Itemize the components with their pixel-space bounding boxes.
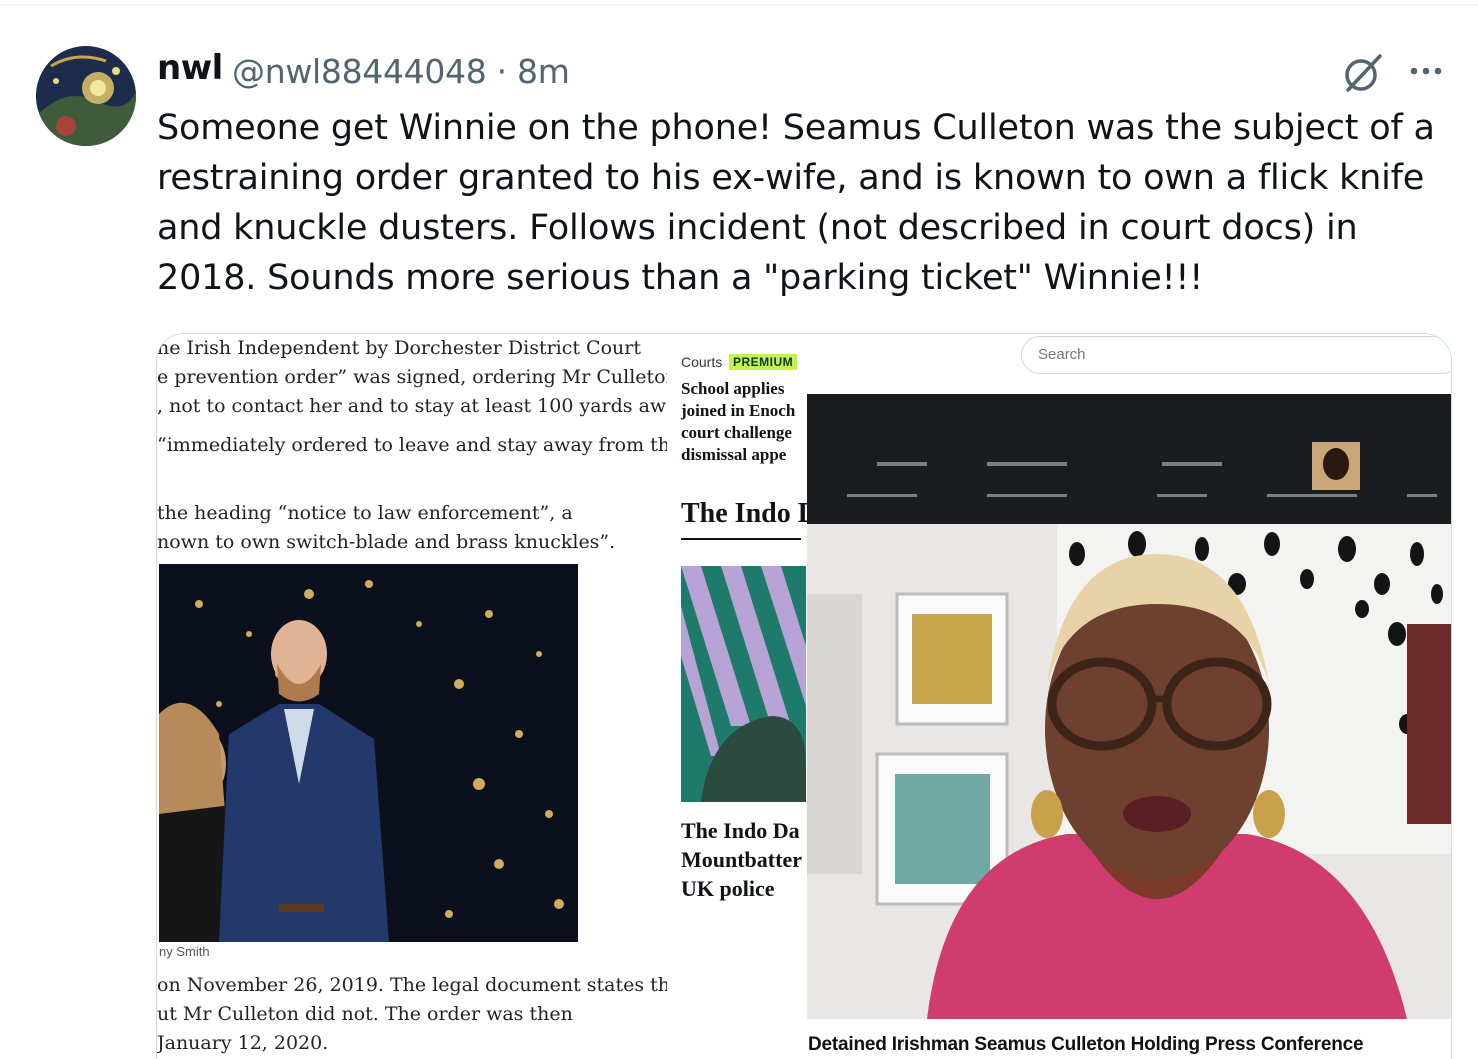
tweet-media[interactable]: he Irish Independent by Dorchester Distr… xyxy=(156,333,1452,1059)
display-name[interactable]: nwl xyxy=(157,48,223,88)
mid-headline-line: dismissal appe xyxy=(681,445,787,464)
avatar[interactable] xyxy=(36,46,136,146)
mid-story: The Indo Da Mountbatter UK police xyxy=(681,816,802,903)
mid-story-line: The Indo Da xyxy=(681,818,800,843)
article-line: , not to contact her and to stay at leas… xyxy=(157,395,667,417)
mid-headline-line: court challenge xyxy=(681,423,792,442)
photo-caption: ny Smith xyxy=(159,944,210,959)
mid-story-line: Mountbatter xyxy=(681,847,802,872)
mid-headline-line: joined in Enoch xyxy=(681,401,796,420)
search-input[interactable]: Search xyxy=(1021,336,1451,374)
article-line: ut Mr Culleton did not. The order was th… xyxy=(157,1003,573,1025)
heading-rule xyxy=(681,538,801,540)
story-image xyxy=(681,566,806,802)
handle-and-time[interactable]: @nwl88444048 · 8m xyxy=(232,52,570,91)
middle-column: Courts PREMIUM School applies joined in … xyxy=(677,334,812,1059)
video-panel: Search Detained Irishman Seamus Culleton… xyxy=(807,334,1451,1059)
article-line: nown to own switch-blade and brass knuck… xyxy=(157,531,616,553)
article-line: “immediately ordered to leave and stay a… xyxy=(157,434,667,456)
premium-badge: PREMIUM xyxy=(729,354,798,370)
article-photo xyxy=(159,564,578,942)
video-frame[interactable] xyxy=(807,394,1451,1019)
mid-headline: School applies joined in Enoch court cha… xyxy=(681,378,795,466)
video-title: Detained Irishman Seamus Culleton Holdin… xyxy=(808,1034,1364,1055)
section-label: Courts xyxy=(681,354,723,370)
article-line: e prevention order” was signed, ordering… xyxy=(157,366,667,388)
article-line: on November 26, 2019. The legal document… xyxy=(157,974,667,996)
top-divider xyxy=(0,4,1478,6)
avatar-image xyxy=(36,46,136,146)
tweet-text: Someone get Winnie on the phone! Seamus … xyxy=(157,108,1446,298)
article-line: January 12, 2020. xyxy=(157,1032,329,1054)
grok-icon[interactable] xyxy=(1340,50,1386,96)
mid-story-line: UK police xyxy=(681,876,775,901)
article-line: the heading “notice to law enforcement”,… xyxy=(157,502,573,524)
more-icon[interactable] xyxy=(1406,56,1446,86)
mid-headline-line: School applies xyxy=(681,379,785,398)
article-screenshot: he Irish Independent by Dorchester Distr… xyxy=(157,334,667,1059)
brand-heading: The Indo D xyxy=(681,498,812,529)
article-line: he Irish Independent by Dorchester Distr… xyxy=(157,337,641,359)
